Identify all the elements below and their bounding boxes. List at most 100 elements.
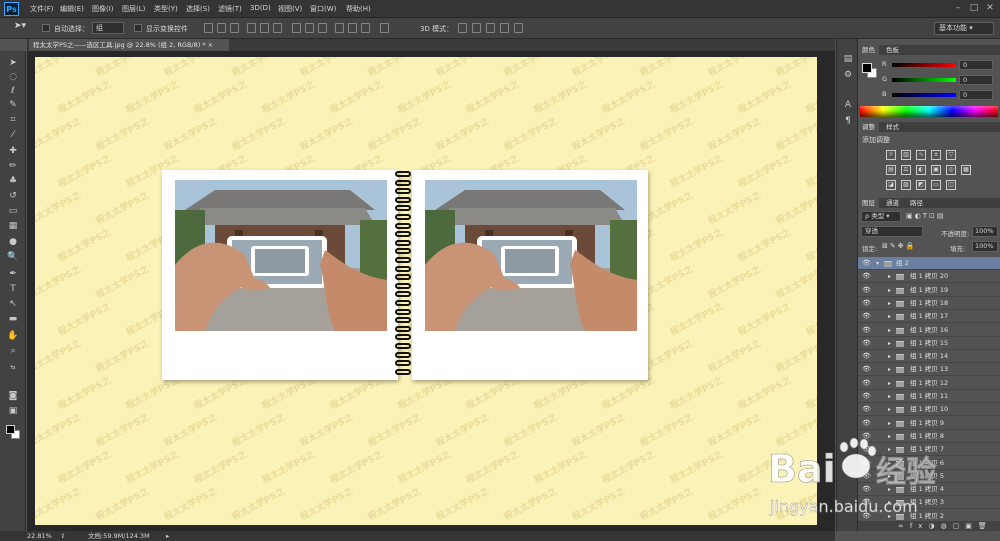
- minimize-icon[interactable]: –: [950, 2, 966, 15]
- distribute-top-icon[interactable]: [292, 23, 301, 33]
- status-menu-arrow-icon[interactable]: ▸: [166, 531, 169, 541]
- eye-icon[interactable]: 👁: [862, 377, 872, 390]
- quick-select-tool-icon[interactable]: ✎: [6, 99, 20, 112]
- chevron-right-icon[interactable]: ▸: [888, 417, 891, 430]
- green-value[interactable]: 0: [959, 75, 993, 85]
- eye-icon[interactable]: 👁: [862, 350, 872, 363]
- history-brush-tool-icon[interactable]: ↺: [6, 190, 20, 203]
- fill-value[interactable]: 100%: [972, 241, 998, 252]
- history-panel-icon[interactable]: ▤: [842, 53, 854, 65]
- layer-row[interactable]: 👁 ▸ 组 1 拷贝 18: [858, 296, 1000, 310]
- chevron-right-icon[interactable]: ▸: [888, 324, 891, 337]
- menu-item[interactable]: 窗口(W): [310, 4, 336, 14]
- layer-filter-dropdown[interactable]: ρ 类型 ▾: [861, 211, 901, 222]
- path-select-tool-icon[interactable]: ↖: [6, 298, 20, 311]
- layer-row[interactable]: 👁 ▸ 组 1 拷贝 15: [858, 336, 1000, 350]
- color-spectrum-ramp[interactable]: [860, 106, 998, 117]
- auto-select-dropdown[interactable]: 组: [92, 22, 124, 34]
- align-bottom-icon[interactable]: [230, 23, 239, 33]
- tab-color[interactable]: 颜色: [858, 45, 879, 55]
- green-slider[interactable]: [892, 78, 956, 82]
- brightness-icon[interactable]: ☼: [886, 150, 896, 160]
- chevron-right-icon[interactable]: ▸: [888, 297, 891, 310]
- layer-row[interactable]: 👁 ▸ 组 1 拷贝 19: [858, 283, 1000, 297]
- menu-item[interactable]: 图像(I): [92, 4, 114, 14]
- eye-icon[interactable]: 👁: [862, 297, 872, 310]
- chevron-right-icon[interactable]: ▸: [888, 337, 891, 350]
- canvas-area[interactable]: 程太太学PS之 程太太学PS之 程太太学PS之 程太太学PS之 程太太学PS之 程太太学P…: [27, 51, 835, 531]
- black-white-icon[interactable]: ◐: [916, 165, 926, 175]
- distribute-hcenter-icon[interactable]: [348, 23, 357, 33]
- layers-footer-icons[interactable]: ∞fx◑◍▢▣🗑: [858, 521, 1000, 531]
- eye-icon[interactable]: 👁: [862, 403, 872, 416]
- layer-row[interactable]: 👁 ▸ 组 1 拷贝 14: [858, 350, 1000, 364]
- align-top-icon[interactable]: [204, 23, 213, 33]
- 3d-rotate-icon[interactable]: [458, 23, 467, 33]
- foreground-color-swatch[interactable]: [6, 425, 15, 434]
- exposure-icon[interactable]: ±: [931, 150, 941, 160]
- layer-row[interactable]: 👁 ▸ 组 1 拷贝 20: [858, 270, 1000, 284]
- document-tab[interactable]: 程太太学PS之——选区工具.jpg @ 22.8% (组 2, RGB/8) *…: [29, 39, 229, 51]
- invert-icon[interactable]: ◪: [886, 180, 896, 190]
- lock-icons[interactable]: ⊠✎✥🔒: [882, 242, 916, 250]
- menu-item[interactable]: 帮助(H): [346, 4, 371, 14]
- align-hcenter-icon[interactable]: [260, 23, 269, 33]
- opacity-value[interactable]: 100%: [972, 226, 998, 237]
- swap-colors-icon[interactable]: ⇆: [6, 361, 20, 374]
- healing-brush-tool-icon[interactable]: ✚: [6, 145, 20, 158]
- menu-item[interactable]: 图层(L): [122, 4, 145, 14]
- chevron-right-icon[interactable]: ▸: [888, 270, 891, 283]
- layer-row[interactable]: 👁 ▸ 组 1 拷贝 12: [858, 376, 1000, 390]
- tab-styles[interactable]: 样式: [882, 122, 903, 132]
- layer-row[interactable]: 👁 ▸ 组 1 拷贝 9: [858, 416, 1000, 430]
- 3d-scale-icon[interactable]: [514, 23, 523, 33]
- distribute-right-icon[interactable]: [361, 23, 370, 33]
- threshold-icon[interactable]: ◩: [916, 180, 926, 190]
- layer-row[interactable]: 👁 ▸ 组 1 拷贝 10: [858, 403, 1000, 417]
- align-right-icon[interactable]: [273, 23, 282, 33]
- selective-color-icon[interactable]: ◫: [946, 180, 956, 190]
- hue-saturation-icon[interactable]: ▤: [886, 165, 896, 175]
- chevron-right-icon[interactable]: ▸: [888, 403, 891, 416]
- menu-item[interactable]: 选择(S): [186, 4, 210, 14]
- tab-layers[interactable]: 图层: [858, 198, 879, 208]
- layer-row[interactable]: 👁 ▸ 组 1 拷贝 11: [858, 390, 1000, 403]
- distribute-vcenter-icon[interactable]: [305, 23, 314, 33]
- chevron-down-icon[interactable]: ▾: [876, 257, 879, 270]
- close-icon[interactable]: ✕: [982, 2, 998, 15]
- menu-item[interactable]: 3D(D): [250, 4, 271, 12]
- lasso-tool-icon[interactable]: ℓ: [6, 85, 20, 98]
- zoom-tool-icon[interactable]: ⌕: [6, 345, 20, 358]
- eye-icon[interactable]: 👁: [862, 363, 872, 376]
- red-slider[interactable]: [892, 63, 956, 67]
- chevron-right-icon[interactable]: ▸: [888, 284, 891, 297]
- marquee-tool-icon[interactable]: ◌: [6, 71, 20, 84]
- properties-panel-icon[interactable]: ⚙: [842, 69, 854, 81]
- blue-value[interactable]: 0: [959, 90, 993, 100]
- menu-item[interactable]: 文件(F): [30, 4, 54, 14]
- type-tool-icon[interactable]: T: [6, 283, 20, 296]
- pen-tool-icon[interactable]: ✒: [6, 268, 20, 281]
- zoom-level[interactable]: 22.81%: [27, 531, 52, 541]
- blue-slider[interactable]: [892, 93, 956, 97]
- curves-icon[interactable]: ∿: [916, 150, 926, 160]
- crop-tool-icon[interactable]: ⌗: [6, 114, 20, 127]
- gradient-map-icon[interactable]: ▭: [931, 180, 941, 190]
- menu-item[interactable]: 类型(Y): [154, 4, 178, 14]
- tab-channels[interactable]: 通道: [882, 198, 903, 208]
- distribute-bottom-icon[interactable]: [318, 23, 327, 33]
- vibrance-icon[interactable]: ▽: [946, 150, 956, 160]
- photo-filter-icon[interactable]: ▣: [931, 165, 941, 175]
- eye-icon[interactable]: 👁: [862, 310, 872, 323]
- move-tool-icon[interactable]: ➤: [6, 57, 20, 70]
- 3d-pan-icon[interactable]: [486, 23, 495, 33]
- clone-stamp-tool-icon[interactable]: ♣: [6, 175, 20, 188]
- eyedropper-tool-icon[interactable]: ⁄: [6, 129, 20, 142]
- layer-filter-icons[interactable]: ▣◐T⊡▤: [906, 212, 945, 220]
- workspace-dropdown[interactable]: 基本功能 ▾: [934, 22, 994, 35]
- chevron-right-icon[interactable]: ▸: [888, 310, 891, 323]
- blur-tool-icon[interactable]: ●: [6, 236, 20, 249]
- tab-paths[interactable]: 路径: [906, 198, 927, 208]
- 3d-slide-icon[interactable]: [500, 23, 509, 33]
- maximize-icon[interactable]: □: [966, 2, 982, 15]
